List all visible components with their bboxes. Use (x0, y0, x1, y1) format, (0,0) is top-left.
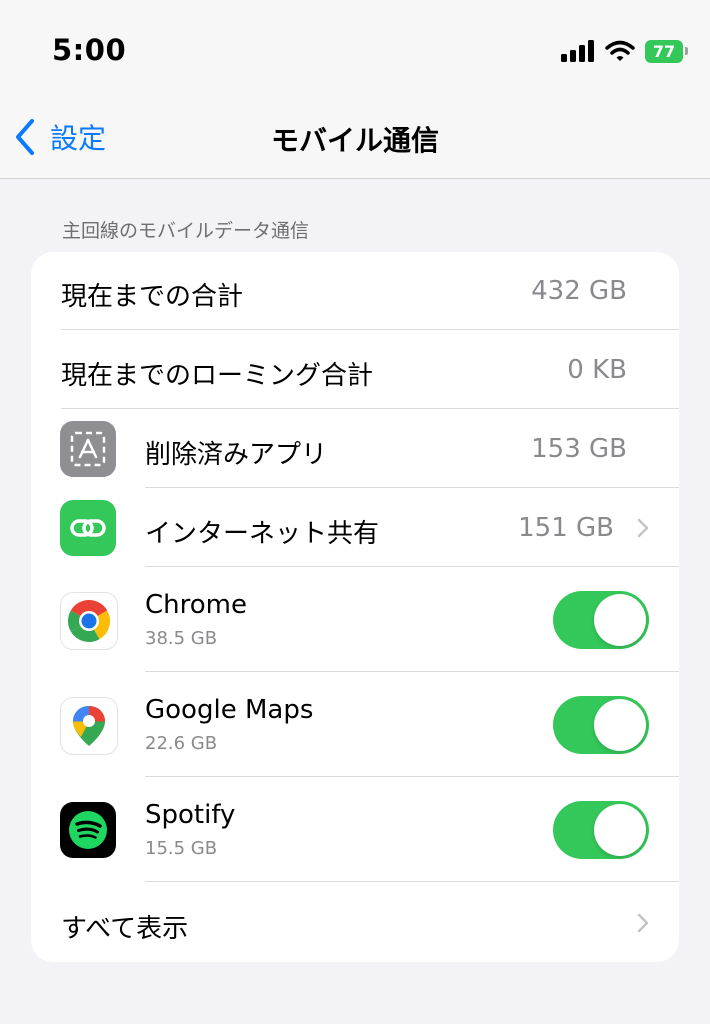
toggle-knob (594, 804, 646, 856)
divider (61, 408, 679, 409)
chevron-right-icon (637, 518, 649, 538)
divider (145, 776, 679, 777)
cellular-toggle-google-maps[interactable] (553, 696, 649, 754)
cellular-toggle-spotify[interactable] (553, 801, 649, 859)
page-title: モバイル通信 (270, 124, 439, 157)
app-row-spotify: Spotify 15.5 GB (31, 778, 679, 882)
roaming-total-value: 0 KB (567, 355, 627, 385)
app-usage-chrome: 38.5 GB (145, 628, 218, 649)
google-maps-icon (60, 697, 118, 755)
navigation-bar: 設定 モバイル通信 (0, 95, 710, 179)
app-name-chrome: Chrome (145, 590, 247, 620)
battery-tip (685, 47, 688, 55)
toggle-knob (594, 699, 646, 751)
app-name-spotify: Spotify (145, 800, 236, 830)
deleted-apps-row: 削除済みアプリ 153 GB (31, 410, 679, 488)
cellular-signal-icon (561, 40, 594, 62)
chevron-right-icon (637, 913, 649, 933)
status-icons: 77 (561, 38, 688, 64)
status-bar: 5:00 77 (0, 0, 710, 95)
personal-hotspot-row[interactable]: インターネット共有 151 GB (31, 489, 679, 567)
app-usage-google-maps: 22.6 GB (145, 733, 218, 754)
app-row-google-maps: Google Maps 22.6 GB (31, 673, 679, 777)
status-time: 5:00 (52, 33, 127, 67)
divider (61, 329, 679, 330)
total-usage-label: 現在までの合計 (61, 282, 244, 312)
spotify-icon (60, 802, 116, 858)
app-name-google-maps: Google Maps (145, 695, 314, 725)
deleted-apps-label: 削除済みアプリ (145, 440, 328, 470)
total-usage-value: 432 GB (531, 276, 627, 306)
divider (145, 566, 679, 567)
roaming-total-label: 現在までのローミング合計 (61, 361, 374, 391)
total-usage-row: 現在までの合計 432 GB (31, 252, 679, 330)
show-all-row[interactable]: すべて表示 (31, 883, 679, 962)
toggle-knob (594, 594, 646, 646)
app-store-icon (60, 421, 116, 477)
battery-level: 77 (652, 41, 676, 61)
cellular-toggle-chrome[interactable] (553, 591, 649, 649)
battery-icon: 77 (645, 39, 683, 63)
data-usage-card: 現在までの合計 432 GB 現在までのローミング合計 0 KB 削除済みアプリ… (31, 252, 679, 962)
hotspot-chain-icon (60, 500, 116, 556)
personal-hotspot-label: インターネット共有 (145, 519, 380, 549)
section-header: 主回線のモバイルデータ通信 (62, 220, 310, 242)
show-all-label: すべて表示 (61, 914, 189, 944)
roaming-total-row: 現在までのローミング合計 0 KB (31, 331, 679, 409)
app-usage-spotify: 15.5 GB (145, 838, 218, 859)
chrome-icon (60, 592, 118, 650)
deleted-apps-value: 153 GB (531, 434, 627, 464)
divider (145, 487, 679, 488)
app-row-chrome: Chrome 38.5 GB (31, 568, 679, 672)
divider (145, 881, 679, 882)
personal-hotspot-value: 151 GB (518, 513, 614, 543)
divider (145, 671, 679, 672)
wifi-icon (605, 40, 635, 61)
